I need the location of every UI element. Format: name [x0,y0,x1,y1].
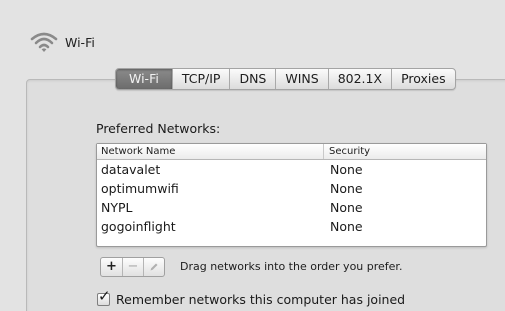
pencil-icon [150,263,158,270]
add-network-button[interactable]: + [101,258,122,276]
tab-8021x[interactable]: 802.1X [327,69,391,89]
tab-bar: Wi-Fi TCP/IP DNS WINS 802.1X Proxies [115,68,456,90]
remember-networks-option[interactable]: ✓ Remember networks this computer has jo… [97,289,406,307]
edit-network-button[interactable] [143,258,164,276]
table-header: Network Name Security [97,144,486,160]
tab-wifi[interactable]: Wi-Fi [116,69,172,89]
drag-hint-text: Drag networks into the order you prefer. [180,260,403,273]
remember-networks-label: Remember networks this computer has join… [116,292,406,307]
security-cell: None [330,162,363,177]
network-list-controls: + − [100,257,165,277]
network-name-cell: NYPL [101,200,133,215]
column-header-security[interactable]: Security [324,144,486,159]
table-row[interactable]: NYPL None [97,198,486,217]
table-row[interactable]: datavalet None [97,160,486,179]
tab-dns[interactable]: DNS [229,69,275,89]
remove-network-button[interactable]: − [122,258,143,276]
preferred-networks-label: Preferred Networks: [96,121,221,136]
preferred-networks-table: Network Name Security datavalet None opt… [96,143,487,247]
tab-tcpip[interactable]: TCP/IP [171,69,230,89]
column-header-network-name[interactable]: Network Name [97,144,324,159]
page-title: Wi-Fi [65,34,95,50]
security-cell: None [330,200,363,215]
security-cell: None [330,219,363,234]
pane-header: Wi-Fi [30,31,95,53]
table-row[interactable]: optimumwifi None [97,179,486,198]
wifi-icon [30,32,58,52]
checkmark-icon: ✓ [98,287,111,305]
network-name-cell: optimumwifi [101,181,179,196]
network-name-cell: datavalet [101,162,161,177]
network-name-cell: gogoinflight [101,219,176,234]
security-cell: None [330,181,363,196]
tab-proxies[interactable]: Proxies [391,69,455,89]
remember-networks-checkbox[interactable]: ✓ [97,289,111,306]
tab-wins[interactable]: WINS [275,69,327,89]
table-row[interactable]: gogoinflight None [97,217,486,236]
